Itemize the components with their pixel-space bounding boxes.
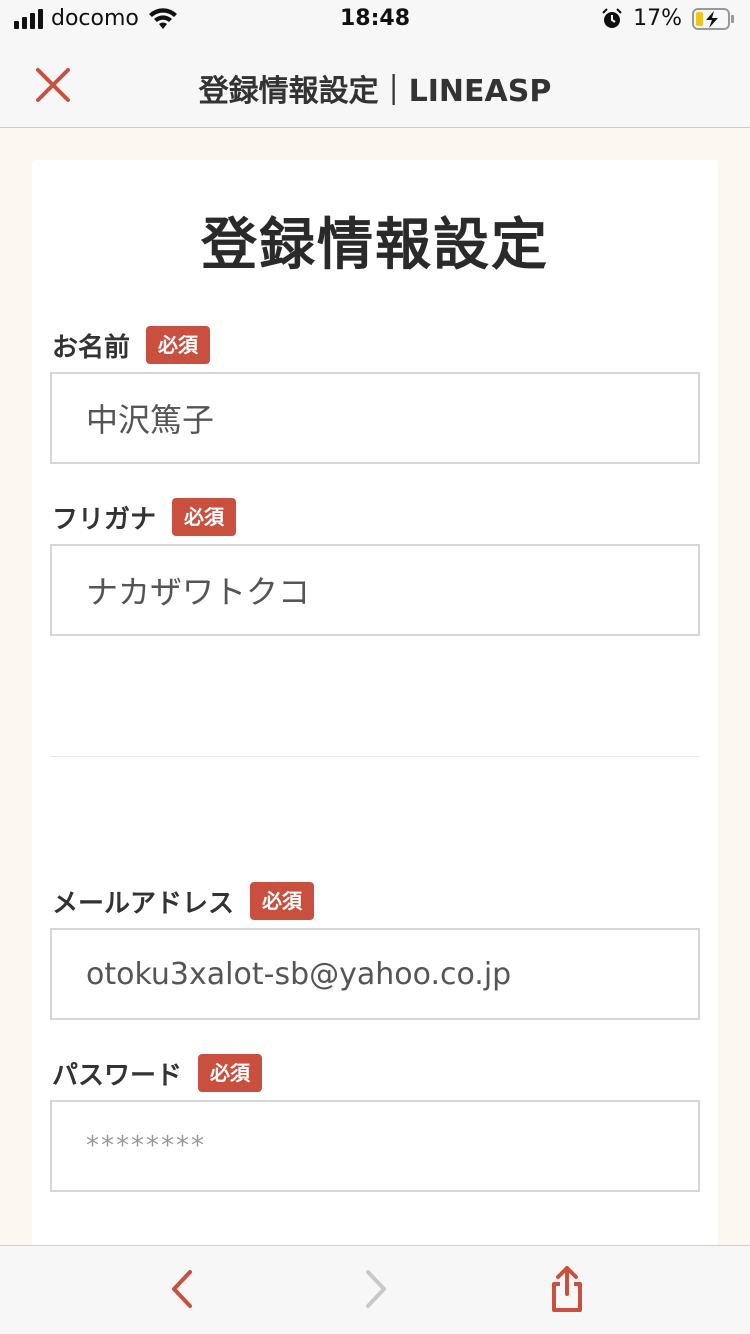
bottom-toolbar	[0, 1245, 750, 1334]
status-right: 17%	[601, 6, 736, 31]
password-label: パスワード	[52, 1060, 183, 1091]
furigana-label-row: フリガナ 必須	[52, 498, 237, 536]
required-badge: 必須	[172, 498, 237, 536]
password-input[interactable]: ********	[50, 1100, 700, 1192]
email-label: メールアドレス	[52, 888, 235, 919]
share-icon[interactable]	[542, 1264, 592, 1314]
nav-header: 登録情報設定｜LINEASP	[0, 42, 750, 128]
password-label-row: パスワード 必須	[52, 1054, 263, 1092]
status-bar: docomo 18:48 17%	[0, 0, 750, 42]
page-title: 登録情報設定	[201, 213, 549, 278]
email-label-row: メールアドレス 必須	[52, 882, 315, 920]
required-badge: 必須	[250, 882, 315, 920]
nav-title: 登録情報設定｜LINEASP	[198, 74, 552, 109]
battery-charging-icon	[692, 7, 734, 30]
name-label: お名前	[52, 332, 131, 363]
name-label-row: お名前 必須	[52, 326, 211, 364]
registration-card: 登録情報設定 お名前 必須 中沢篤子 フリガナ 必須 ナカザワトクコ メールアド…	[32, 160, 718, 1260]
email-input[interactable]: otoku3xalot-sb@yahoo.co.jp	[50, 928, 700, 1020]
section-divider	[50, 756, 700, 757]
required-badge: 必須	[146, 326, 211, 364]
furigana-label: フリガナ	[52, 504, 157, 535]
furigana-input[interactable]: ナカザワトクコ	[50, 544, 700, 636]
battery-percent: 17%	[633, 6, 682, 31]
chevron-left-icon[interactable]	[158, 1264, 208, 1314]
name-input[interactable]: 中沢篤子	[50, 372, 700, 464]
alarm-icon	[602, 7, 622, 28]
required-badge: 必須	[198, 1054, 263, 1092]
chevron-right-icon[interactable]	[350, 1264, 400, 1314]
